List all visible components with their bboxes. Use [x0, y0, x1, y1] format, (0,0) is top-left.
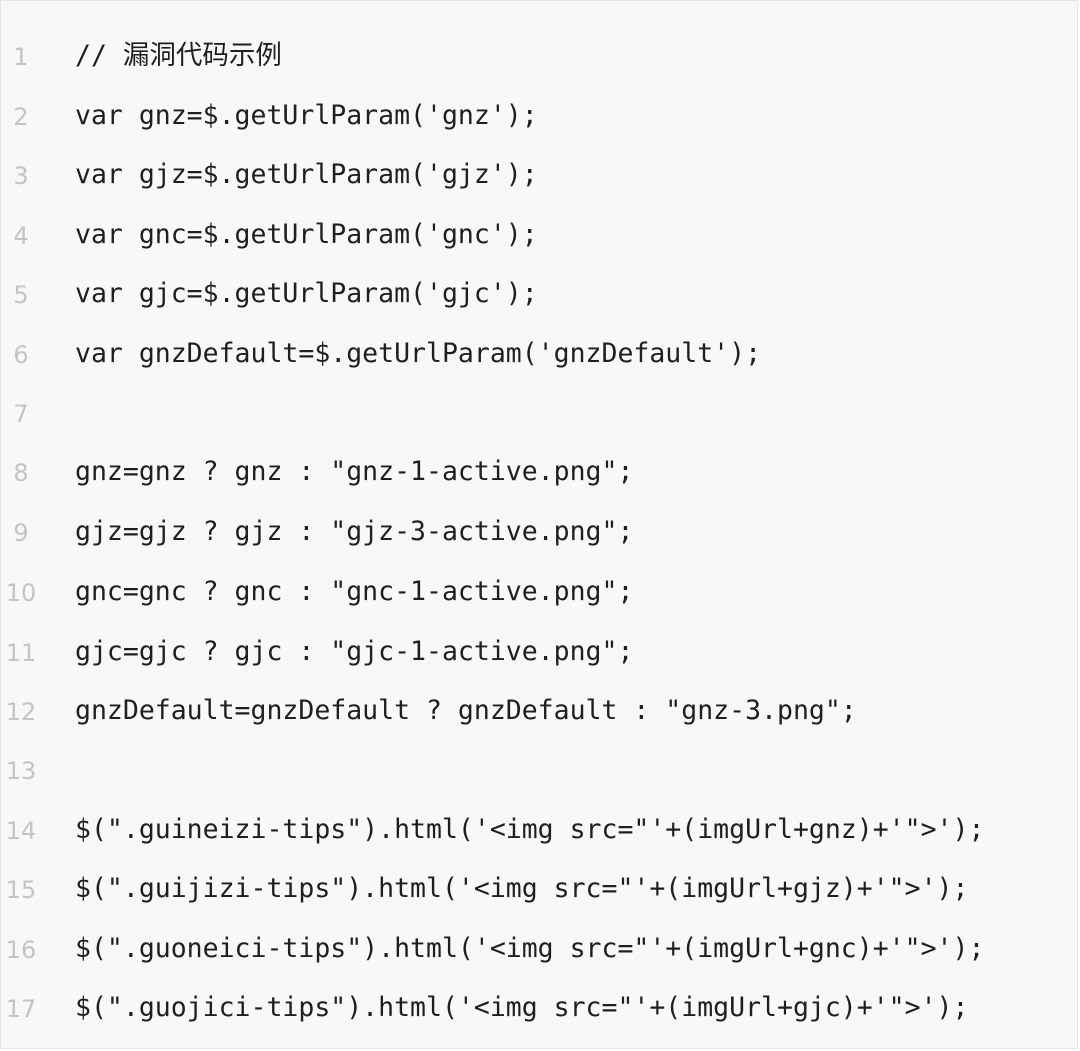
line-number: 14: [5, 817, 37, 845]
line-code: gjc=gjc ? gjc : "gjc-1-active.png";: [75, 636, 634, 667]
code-line: 2 var gnz=$.getUrlParam('gnz');: [1, 85, 1077, 145]
code-line: 11 gjc=gjc ? gjc : "gjc-1-active.png";: [1, 621, 1077, 681]
line-number: 5: [13, 281, 29, 309]
code-line: 1 // 漏洞代码示例: [1, 25, 1077, 85]
line-code: gnz=gnz ? gnz : "gnz-1-active.png";: [75, 456, 634, 487]
line-number: 16: [5, 936, 37, 964]
line-number: 10: [5, 579, 37, 607]
line-number: 2: [13, 103, 29, 131]
code-line: 3 var gjz=$.getUrlParam('gjz');: [1, 144, 1077, 204]
code-line: 10 gnc=gnc ? gnc : "gnc-1-active.png";: [1, 561, 1077, 621]
line-number: 3: [13, 162, 29, 190]
line-code: $(".guojici-tips").html('<img src="'+(im…: [75, 992, 969, 1023]
code-line: 17 $(".guojici-tips").html('<img src="'+…: [1, 977, 1077, 1037]
code-line: 12 gnzDefault=gnzDefault ? gnzDefault : …: [1, 680, 1077, 740]
code-line: 8 gnz=gnz ? gnz : "gnz-1-active.png";: [1, 441, 1077, 501]
line-code: gjz=gjz ? gjz : "gjz-3-active.png";: [75, 516, 634, 547]
line-number: 7: [13, 400, 29, 428]
line-code: $(".guoneici-tips").html('<img src="'+(i…: [75, 933, 985, 964]
code-line: 6 var gnzDefault=$.getUrlParam('gnzDefau…: [1, 323, 1077, 383]
line-code: var gjc=$.getUrlParam('gjc');: [75, 278, 538, 309]
code-line: 7: [1, 382, 1077, 442]
line-code: gnc=gnc ? gnc : "gnc-1-active.png";: [75, 576, 634, 607]
code-block: 1 // 漏洞代码示例 2 var gnz=$.getUrlParam('gnz…: [0, 0, 1078, 1049]
line-code: $(".guijizi-tips").html('<img src="'+(im…: [75, 873, 969, 904]
line-code: // 漏洞代码示例: [75, 40, 282, 71]
line-code: var gnc=$.getUrlParam('gnc');: [75, 219, 538, 250]
code-line: 4 var gnc=$.getUrlParam('gnc');: [1, 204, 1077, 264]
line-code: var gjz=$.getUrlParam('gjz');: [75, 159, 538, 190]
code-line: 9 gjz=gjz ? gjz : "gjz-3-active.png";: [1, 501, 1077, 561]
line-number: 9: [13, 519, 29, 547]
code-line: 16 $(".guoneici-tips").html('<img src="'…: [1, 918, 1077, 978]
line-number: 17: [5, 995, 37, 1023]
line-code: var gnz=$.getUrlParam('gnz');: [75, 100, 538, 131]
code-line: 5 var gjc=$.getUrlParam('gjc');: [1, 263, 1077, 323]
line-number: 15: [5, 876, 37, 904]
line-number: 1: [13, 43, 29, 71]
line-code: gnzDefault=gnzDefault ? gnzDefault : "gn…: [75, 695, 857, 726]
line-number: 8: [13, 459, 29, 487]
line-number: 11: [5, 639, 37, 667]
line-number: 6: [13, 341, 29, 369]
line-number: 4: [13, 222, 29, 250]
line-number: 12: [5, 698, 37, 726]
code-line: 15 $(".guijizi-tips").html('<img src="'+…: [1, 858, 1077, 918]
line-number: 13: [5, 757, 37, 785]
line-code: var gnzDefault=$.getUrlParam('gnzDefault…: [75, 338, 762, 369]
code-line: 13: [1, 739, 1077, 799]
line-code: $(".guineizi-tips").html('<img src="'+(i…: [75, 814, 985, 845]
code-line: 14 $(".guineizi-tips").html('<img src="'…: [1, 799, 1077, 859]
